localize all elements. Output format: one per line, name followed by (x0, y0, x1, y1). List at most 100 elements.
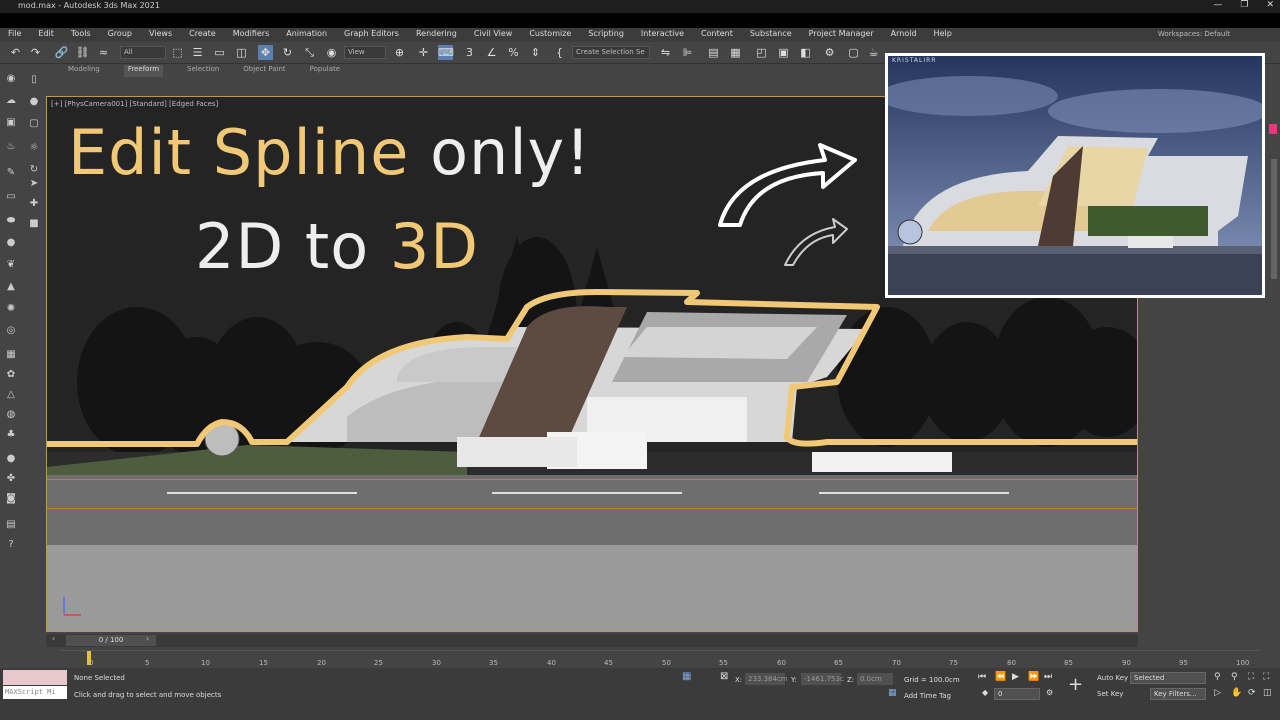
cameras-icon[interactable]: ↻ (27, 164, 41, 178)
ribbon-tab-freeform[interactable]: Freeform (123, 65, 164, 77)
maxscript-listener[interactable] (3, 670, 67, 685)
edit-named-selection-icon[interactable]: { (552, 45, 567, 60)
menu-group[interactable]: Group (108, 29, 132, 38)
helpers-icon[interactable]: ✚ (27, 198, 41, 212)
key-mode-dropdown[interactable]: Selected (1130, 672, 1206, 684)
minimize-button[interactable]: — (1213, 0, 1222, 10)
add-time-tag[interactable]: Add Time Tag (904, 692, 951, 700)
play-icon[interactable]: ▶ (1012, 672, 1019, 682)
spinner-snap-icon[interactable]: ⇕ (528, 45, 543, 60)
unlink-icon[interactable]: ⛓ (75, 45, 90, 60)
material-editor-icon[interactable]: ◧ (798, 45, 813, 60)
menu-civil-view[interactable]: Civil View (474, 29, 513, 38)
menu-content[interactable]: Content (701, 29, 733, 38)
manipulate-icon[interactable]: ✛ (416, 45, 431, 60)
shapes-icon[interactable]: ▢ (27, 118, 41, 132)
isolate-icon[interactable]: ▦ (682, 671, 691, 682)
rect-selection-icon[interactable]: ▭ (212, 45, 227, 60)
menu-create[interactable]: Create (189, 29, 216, 38)
maximize-viewport-icon[interactable]: ◫ (1263, 688, 1272, 698)
create-tab-icon[interactable]: ▯ (27, 74, 41, 88)
menu-help[interactable]: Help (934, 29, 952, 38)
geometry-icon[interactable]: ● (27, 96, 41, 110)
set-key-button[interactable]: Set Key (1097, 690, 1123, 698)
menu-project-manager[interactable]: Project Manager (809, 29, 874, 38)
time-slider-thumb[interactable]: 0 / 100 (66, 635, 156, 646)
z-coordinate-field[interactable]: 0.0cm (857, 673, 893, 685)
pointer-icon[interactable]: ➤ (27, 178, 41, 192)
systems-icon[interactable]: ■ (27, 218, 41, 232)
teapot-icon[interactable]: ♨ (4, 140, 18, 154)
absolute-mode-icon[interactable]: ⊠ (720, 671, 728, 682)
leaf-icon[interactable]: ❦ (4, 258, 18, 272)
x-coordinate-field[interactable]: 233.384cm (745, 673, 788, 685)
sphere-icon[interactable]: ● (4, 236, 18, 250)
y-coordinate-field[interactable]: -1461.753c (801, 673, 844, 685)
mirror-icon[interactable]: ⇋ (658, 45, 673, 60)
panel-scrollbar[interactable] (1271, 159, 1277, 279)
selection-set-dropdown[interactable]: Create Selection Se (572, 46, 650, 59)
render-setup-icon[interactable]: ⚙ (822, 45, 837, 60)
light-icon[interactable]: ● (4, 452, 18, 466)
selection-filter-dropdown[interactable]: All (120, 46, 166, 59)
time-tag-icon[interactable]: ▦ (888, 688, 897, 698)
ribbon-tab-object-paint[interactable]: Object Paint (243, 65, 285, 77)
sun-icon[interactable]: ✺ (4, 302, 18, 316)
set-key-plus-icon[interactable]: + (1068, 674, 1083, 695)
ribbon-tab-modeling[interactable]: Modeling (68, 65, 100, 77)
menu-interactive[interactable]: Interactive (641, 29, 684, 38)
box-icon[interactable]: ▣ (4, 116, 18, 130)
menu-file[interactable]: File (8, 29, 21, 38)
percent-snap-icon[interactable]: % (506, 45, 521, 60)
record-icon[interactable]: ◙ (4, 492, 18, 506)
render-teapot-icon[interactable]: ☕ (866, 45, 881, 60)
redo-icon[interactable]: ↷ (28, 45, 43, 60)
goto-end-icon[interactable]: ⏭ (1044, 672, 1052, 682)
close-button[interactable]: ✕ (1266, 0, 1274, 10)
prev-frame-icon[interactable]: ‹ (52, 634, 55, 643)
menu-tools[interactable]: Tools (71, 29, 91, 38)
select-by-name-icon[interactable]: ☰ (190, 45, 205, 60)
window-crossing-icon[interactable]: ◫ (234, 45, 249, 60)
plant-icon[interactable]: ♣ (4, 428, 18, 442)
placement-icon[interactable]: ◉ (324, 45, 339, 60)
time-config-icon[interactable]: ⚙ (1046, 688, 1053, 697)
menu-customize[interactable]: Customize (529, 29, 571, 38)
layer-explorer-icon[interactable]: ▤ (706, 45, 721, 60)
zoom-icon[interactable]: ⚲ (1214, 672, 1221, 682)
zoom-extents-all-icon[interactable]: ⛶ (1263, 672, 1269, 682)
current-frame-field[interactable]: 0 (994, 688, 1040, 700)
pivot-icon[interactable]: ⊕ (392, 45, 407, 60)
keyboard-shortcut-icon[interactable]: ⌨ (438, 45, 454, 60)
next-frame-icon[interactable]: › (146, 634, 149, 643)
zoom-extents-icon[interactable]: ⛶ (1248, 672, 1254, 682)
next-key-icon[interactable]: ⏩ (1028, 672, 1039, 682)
scale-icon[interactable]: ⤡ (302, 45, 317, 60)
help-icon[interactable]: ? (4, 538, 18, 552)
capsule-icon[interactable]: ⬬ (4, 214, 18, 228)
menu-arnold[interactable]: Arnold (891, 29, 917, 38)
ribbon-tab-selection[interactable]: Selection (187, 65, 219, 77)
align-icon[interactable]: ⊫ (680, 45, 695, 60)
menu-graph-editors[interactable]: Graph Editors (344, 29, 399, 38)
brush-icon[interactable]: ✎ (4, 166, 18, 180)
rect-icon[interactable]: ▭ (4, 190, 18, 204)
menu-rendering[interactable]: Rendering (416, 29, 457, 38)
track-bar[interactable]: 0 5 10 15 20 25 30 35 40 45 50 55 60 65 … (60, 650, 1260, 667)
cloud-icon[interactable]: ☁ (4, 94, 18, 108)
zoom-all-icon[interactable]: ⚲ (1231, 672, 1238, 682)
menu-scripting[interactable]: Scripting (588, 29, 624, 38)
menu-animation[interactable]: Animation (286, 29, 327, 38)
fov-icon[interactable]: ▷ (1214, 688, 1221, 698)
bind-space-warp-icon[interactable]: ≈ (96, 45, 111, 60)
grid-icon[interactable]: ▦ (4, 348, 18, 362)
file-icon[interactable]: ▤ (4, 518, 18, 532)
palette-icon[interactable]: ✤ (4, 472, 18, 486)
pyramid-icon[interactable]: △ (4, 388, 18, 402)
rotate-icon[interactable]: ↻ (280, 45, 295, 60)
torus-icon[interactable]: ◎ (4, 324, 18, 338)
snaps-toggle-icon[interactable]: 3 (462, 45, 477, 60)
lights-icon[interactable]: ☼ (27, 142, 41, 156)
cone-icon[interactable]: ▲ (4, 280, 18, 294)
undo-icon[interactable]: ↶ (8, 45, 23, 60)
